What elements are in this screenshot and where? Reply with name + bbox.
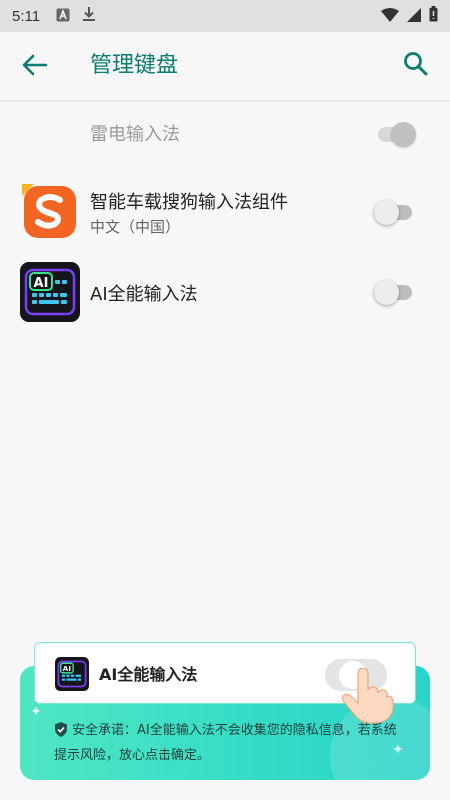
search-icon bbox=[403, 51, 429, 81]
app-a-icon bbox=[56, 7, 70, 26]
keyboard-toggle[interactable] bbox=[374, 272, 418, 312]
ai-keyboard-icon: AI bbox=[20, 262, 80, 322]
keyboard-toggle[interactable] bbox=[374, 114, 418, 154]
status-time: 5:11 bbox=[12, 7, 41, 25]
cellular-icon bbox=[407, 7, 421, 26]
battery-icon bbox=[429, 6, 438, 26]
tip-app-name: AI全能输入法 bbox=[99, 665, 198, 684]
safety-text: 安全承诺：AI全能输入法不会收集您的隐私信息，若系统提示风险，放心点击确定。 bbox=[54, 723, 397, 763]
page-title: 管理键盘 bbox=[90, 53, 179, 78]
keyboard-name: AI全能输入法 bbox=[90, 284, 198, 305]
list-item: 雷电输入法 bbox=[0, 110, 450, 158]
keyboard-language: 中文（中国） bbox=[90, 218, 181, 236]
list-item: 智能车载搜狗输入法组件 中文（中国） bbox=[0, 180, 450, 244]
status-bar: 5:11 bbox=[0, 0, 450, 32]
app-bar: 管理键盘 bbox=[0, 32, 450, 100]
search-button[interactable] bbox=[396, 48, 436, 84]
pointing-hand-icon bbox=[340, 667, 394, 724]
back-button[interactable] bbox=[18, 50, 52, 84]
ai-badge: AI bbox=[63, 664, 72, 673]
arrow-back-icon bbox=[22, 54, 48, 80]
keyboard-toggle[interactable] bbox=[374, 192, 418, 232]
wifi-icon bbox=[381, 7, 399, 26]
keyboard-name: 智能车载搜狗输入法组件 bbox=[90, 192, 288, 213]
sogou-icon bbox=[20, 182, 80, 242]
list-item: AI AI全能输入法 bbox=[0, 262, 450, 324]
shield-check-icon bbox=[54, 722, 68, 745]
download-icon bbox=[82, 6, 96, 26]
ai-keyboard-icon: AI bbox=[55, 657, 89, 691]
keyboard-name: 雷电输入法 bbox=[90, 124, 180, 145]
safety-notice: 安全承诺：AI全能输入法不会收集您的隐私信息，若系统提示风险，放心点击确定。 bbox=[54, 720, 404, 767]
ai-badge: AI bbox=[34, 276, 49, 291]
